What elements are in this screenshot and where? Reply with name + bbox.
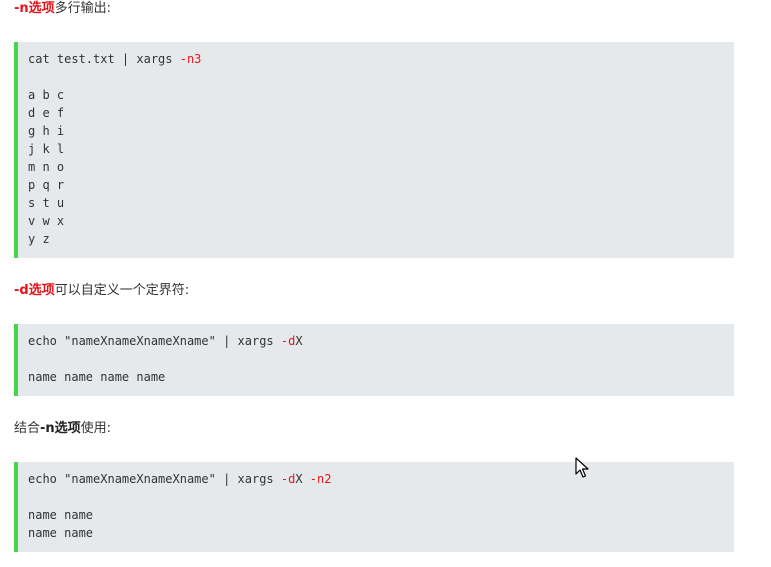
output-line: name name <box>28 508 94 522</box>
output-line: y z <box>28 232 50 246</box>
code-command: cat test.txt | xargs -n3 <box>28 50 734 68</box>
command-flag: -d <box>280 472 296 486</box>
section-3-intro-prefix: 结合 <box>14 421 41 436</box>
section-2-intro-suffix: 可以自定义一个定界符: <box>54 283 190 298</box>
output-line: p q r <box>28 178 65 192</box>
output-line: d e f <box>28 106 65 120</box>
section-3-intro-suffix: 使用: <box>80 421 112 436</box>
section-1-intro-suffix: 多行输出: <box>54 1 112 16</box>
output-line: name name name name <box>28 370 166 384</box>
command-base: echo "nameXnameXnameXname" | xargs <box>28 334 281 348</box>
code-block-3: echo "nameXnameXnameXname" | xargs -dX -… <box>14 462 734 552</box>
command-flag: -d <box>280 334 296 348</box>
output-line: v w x <box>28 214 65 228</box>
section-2-intro-keyword: -d选项 <box>14 283 55 298</box>
output-line: s t u <box>28 196 65 210</box>
command-base: cat test.txt | xargs <box>28 52 180 66</box>
section-3-intro: 结合-n选项使用: <box>14 420 111 438</box>
section-2-intro: -d选项可以自定义一个定界符: <box>14 282 189 300</box>
command-flag-2: -n2 <box>309 472 332 486</box>
output-line: name name <box>28 526 94 540</box>
code-command: echo "nameXnameXnameXname" | xargs -dX <box>28 332 734 350</box>
section-1-intro: -n选项多行输出: <box>14 0 111 18</box>
output-line: a b c <box>28 88 65 102</box>
output-line: g h i <box>28 124 65 138</box>
mouse-pointer-icon <box>575 457 589 478</box>
output-line: m n o <box>28 160 65 174</box>
code-block-2: echo "nameXnameXnameXname" | xargs -dX n… <box>14 324 734 396</box>
output-line: j k l <box>28 142 65 156</box>
code-command: echo "nameXnameXnameXname" | xargs -dX -… <box>28 470 734 488</box>
code-block-1: cat test.txt | xargs -n3 a b c d e f g h… <box>14 42 734 258</box>
section-1-intro-keyword: -n选项 <box>14 1 55 16</box>
command-base: echo "nameXnameXnameXname" | xargs <box>28 472 281 486</box>
command-flag: -n3 <box>179 52 202 66</box>
command-mid: X <box>295 334 303 348</box>
section-3-intro-keyword: -n选项 <box>40 421 81 436</box>
command-mid: X <box>295 472 310 486</box>
